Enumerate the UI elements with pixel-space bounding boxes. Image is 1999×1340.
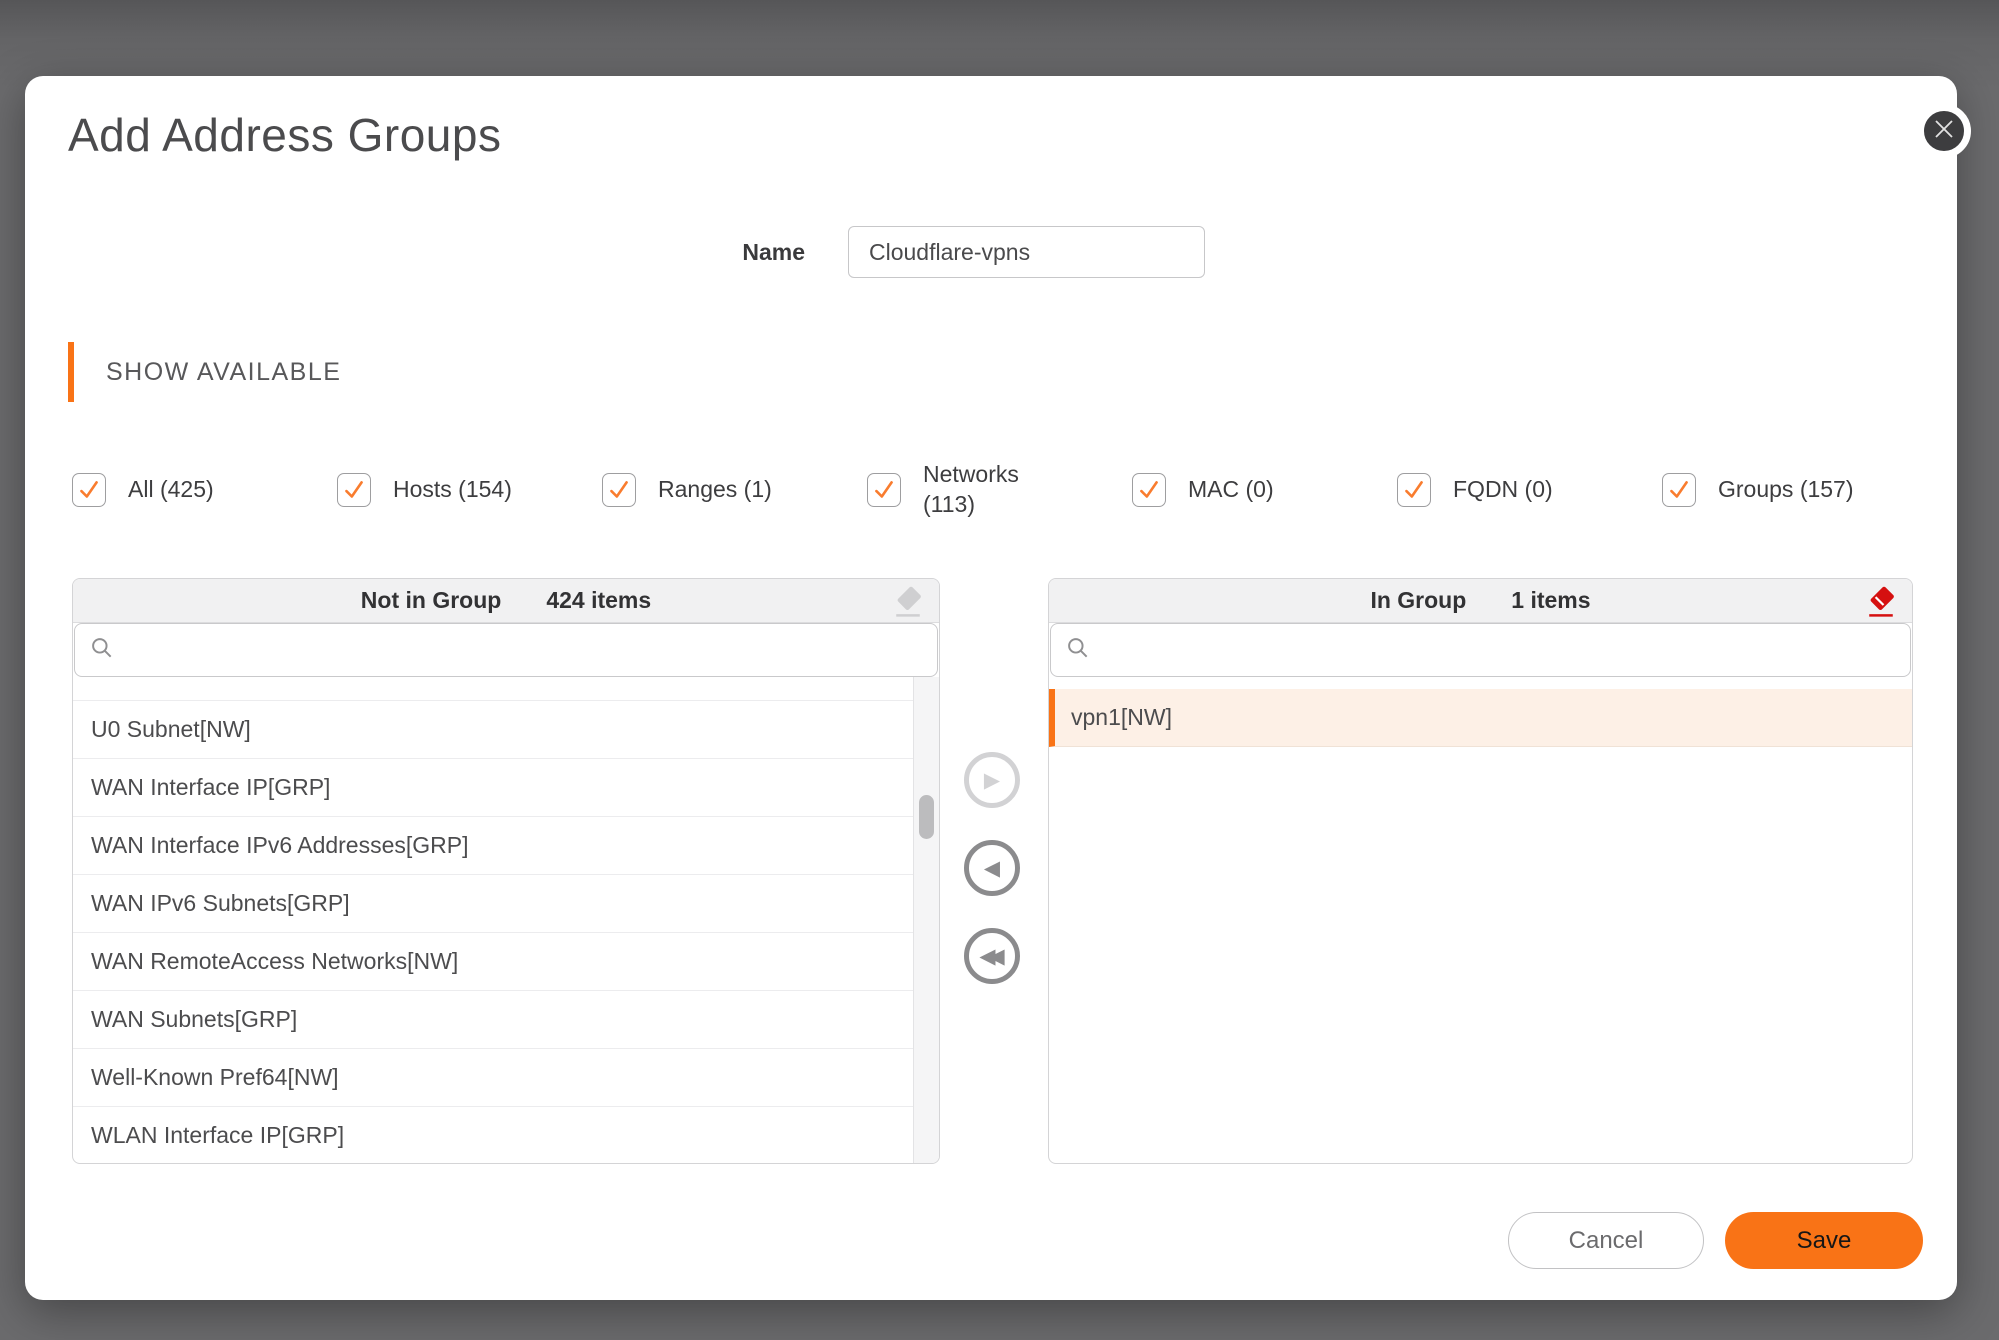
not-in-group-search [74, 623, 938, 677]
scrollbar-thumb[interactable] [919, 795, 934, 839]
checkbox-checked-icon [867, 473, 901, 507]
filter-all-checkbox[interactable]: All (425) [72, 460, 337, 520]
list-item[interactable]: Well-Known Pref64[NW] [73, 1049, 913, 1107]
filter-label: FQDN (0) [1453, 475, 1553, 505]
checkbox-checked-icon [1397, 473, 1431, 507]
checkbox-checked-icon [1132, 473, 1166, 507]
eraser-icon [891, 606, 925, 623]
filter-groups-checkbox[interactable]: Groups (157) [1662, 460, 1927, 520]
list-item[interactable]: U0 Subnet[NW] [73, 701, 913, 759]
panel-item-count: 1 items [1511, 587, 1590, 614]
filter-label: Hosts (154) [393, 475, 512, 505]
filter-hosts-checkbox[interactable]: Hosts (154) [337, 460, 602, 520]
name-field-row: Name [585, 226, 1205, 278]
not-in-group-list: U0 Subnet[NW] WAN Interface IP[GRP] WAN … [73, 677, 939, 1164]
panel-title: In Group [1370, 587, 1466, 614]
type-filter-row: All (425) Hosts (154) Ranges (1) Network… [72, 460, 1927, 520]
close-icon [1932, 117, 1956, 146]
list-item[interactable]: WAN Interface IP[GRP] [73, 759, 913, 817]
filter-ranges-checkbox[interactable]: Ranges (1) [602, 460, 867, 520]
list-item[interactable]: WAN Subnets[GRP] [73, 991, 913, 1049]
move-all-left-button[interactable]: ◀◀ [964, 928, 1020, 984]
section-accent-bar [68, 342, 74, 402]
not-in-group-panel: Not in Group 424 items U0 Subnet[NW] WAN… [72, 578, 940, 1164]
save-button[interactable]: Save [1725, 1212, 1923, 1269]
partial-row [73, 677, 939, 701]
dialog-title: Add Address Groups [68, 108, 501, 162]
filter-label: Networks (113) [923, 460, 1033, 520]
search-input[interactable] [1091, 624, 1910, 676]
filter-label: Ranges (1) [658, 475, 772, 505]
arrow-right-icon: ▶ [984, 770, 1000, 791]
checkbox-checked-icon [602, 473, 636, 507]
in-group-header: In Group 1 items [1049, 579, 1912, 623]
list-item[interactable]: WAN Interface IPv6 Addresses[GRP] [73, 817, 913, 875]
filter-mac-checkbox[interactable]: MAC (0) [1132, 460, 1397, 520]
scrollbar-track [913, 677, 939, 1164]
move-right-button[interactable]: ▶ [964, 752, 1020, 808]
eraser-icon [1864, 606, 1898, 623]
in-group-list: vpn1[NW] [1049, 677, 1912, 1164]
list-gap [1049, 677, 1912, 689]
clear-group-button[interactable] [1864, 583, 1898, 624]
name-label: Name [585, 239, 805, 266]
name-input[interactable] [848, 226, 1205, 278]
move-left-button[interactable]: ◀ [964, 840, 1020, 896]
panel-title: Not in Group [361, 587, 502, 614]
in-group-search [1050, 623, 1911, 677]
filter-label: All (425) [128, 475, 214, 505]
checkbox-checked-icon [72, 473, 106, 507]
show-available-section: SHOW AVAILABLE [68, 342, 341, 402]
close-button[interactable] [1917, 104, 1971, 158]
filter-label: Groups (157) [1718, 475, 1854, 505]
filter-fqdn-checkbox[interactable]: FQDN (0) [1397, 460, 1662, 520]
double-arrow-left-icon: ◀◀ [979, 946, 997, 967]
search-input[interactable] [115, 624, 937, 676]
filter-label: MAC (0) [1188, 475, 1274, 505]
list-item[interactable]: WAN RemoteAccess Networks[NW] [73, 933, 913, 991]
checkbox-checked-icon [337, 473, 371, 507]
list-item[interactable]: WAN IPv6 Subnets[GRP] [73, 875, 913, 933]
not-in-group-header: Not in Group 424 items [73, 579, 939, 623]
search-icon [1051, 635, 1091, 666]
list-item[interactable]: WLAN Interface IP[GRP] [73, 1107, 913, 1164]
arrow-left-icon: ◀ [984, 858, 1000, 879]
in-group-panel: In Group 1 items vpn1[NW] [1048, 578, 1913, 1164]
add-address-groups-dialog: Add Address Groups Name SHOW AVAILABLE A… [25, 76, 1957, 1300]
transfer-buttons: ▶ ◀ ◀◀ [964, 752, 1020, 1016]
list-item-selected[interactable]: vpn1[NW] [1049, 689, 1912, 747]
checkbox-checked-icon [1662, 473, 1696, 507]
panel-item-count: 424 items [546, 587, 651, 614]
cancel-button[interactable]: Cancel [1508, 1212, 1704, 1269]
section-label: SHOW AVAILABLE [106, 358, 341, 387]
search-icon [75, 635, 115, 666]
clear-list-button[interactable] [891, 583, 925, 624]
filter-networks-checkbox[interactable]: Networks (113) [867, 460, 1132, 520]
